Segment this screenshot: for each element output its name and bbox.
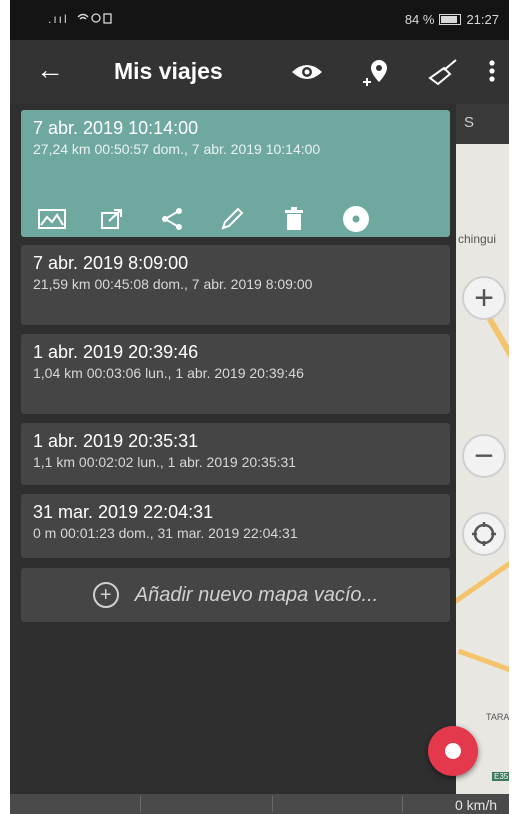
battery-percent: 84 %	[404, 12, 435, 27]
trip-details: 1,04 km 00:03:06 lun., 1 abr. 2019 20:39…	[33, 365, 304, 381]
record-dot-icon[interactable]	[339, 202, 373, 236]
map-road	[456, 548, 509, 605]
trip-date: 7 abr. 2019 10:14:00	[33, 118, 199, 138]
more-vert-icon[interactable]	[488, 58, 496, 89]
map-place-label: TARABEI	[486, 712, 509, 722]
add-map-label: Añadir nuevo mapa vacío...	[134, 583, 379, 606]
delete-trash-icon[interactable]	[277, 202, 311, 236]
trip-details: 27,24 km 00:50:57 dom., 7 abr. 2019 10:1…	[33, 141, 321, 157]
page-title: Mis viajes	[114, 58, 223, 84]
map-tab-label[interactable]: S	[464, 114, 474, 131]
record-dot-icon	[445, 743, 461, 759]
edit-pencil-icon[interactable]	[215, 202, 249, 236]
wifi-icon	[76, 12, 116, 27]
map-image-icon[interactable]	[35, 202, 69, 236]
app-toolbar: ← Mis viajes	[10, 40, 509, 104]
plus-icon: +	[474, 278, 494, 317]
divider	[140, 796, 141, 812]
zoom-out-button[interactable]: −	[462, 434, 506, 478]
status-bar: .ııl 84 % 21:27	[10, 0, 509, 40]
trip-date: 7 abr. 2019 8:09:00	[33, 253, 189, 273]
record-button[interactable]	[428, 726, 478, 776]
locate-button[interactable]	[462, 512, 506, 556]
zoom-in-button[interactable]: +	[462, 276, 506, 320]
speed-readout: 0 km/h	[454, 797, 497, 813]
add-circle-icon: +	[92, 582, 119, 608]
divider	[402, 796, 403, 812]
trip-list-drawer: 7 abr. 2019 10:14:00 27,24 km 00:50:57 d…	[10, 104, 456, 794]
crosshair-icon	[472, 522, 496, 546]
battery-icon	[439, 14, 462, 25]
map-road	[457, 648, 509, 685]
trip-item[interactable]: 7 abr. 2019 10:14:00 27,24 km 00:50:57 d…	[21, 110, 450, 237]
trip-item[interactable]: 31 mar. 2019 22:04:31 0 m 00:01:23 dom.,…	[21, 494, 450, 558]
trip-date: 31 mar. 2019 22:04:31	[33, 502, 214, 522]
trip-details: 21,59 km 00:45:08 dom., 7 abr. 2019 8:09…	[33, 276, 313, 292]
status-right: 84 % 21:27	[405, 12, 499, 27]
phone-screen: .ııl 84 % 21:27 ← Mis viajes S chingui T…	[10, 0, 509, 814]
trip-details: 1,1 km 00:02:02 lun., 1 abr. 2019 20:35:…	[33, 454, 297, 470]
trip-item[interactable]: 1 abr. 2019 20:35:31 1,1 km 00:02:02 lun…	[21, 423, 450, 485]
share-icon[interactable]	[155, 202, 189, 236]
map-road-label: E35	[492, 772, 509, 781]
trip-date: 1 abr. 2019 20:35:31	[33, 431, 199, 451]
broom-icon[interactable]	[428, 58, 458, 91]
minus-icon: −	[474, 436, 494, 475]
trip-details: 0 m 00:01:23 dom., 31 mar. 2019 22:04:31	[33, 525, 298, 541]
map-place-label: chingui	[458, 232, 497, 246]
signal-indicator: .ııl	[48, 12, 69, 26]
divider	[272, 796, 273, 812]
map-tab-bar: S	[456, 104, 509, 144]
trip-item[interactable]: 7 abr. 2019 8:09:00 21,59 km 00:45:08 do…	[21, 245, 450, 325]
export-icon[interactable]	[95, 202, 129, 236]
map-road	[483, 310, 509, 384]
arrow-left-icon[interactable]: ←	[36, 54, 64, 86]
add-location-icon[interactable]	[360, 56, 392, 93]
trip-item[interactable]: 1 abr. 2019 20:39:46 1,04 km 00:03:06 lu…	[21, 334, 450, 414]
trip-date: 1 abr. 2019 20:39:46	[33, 342, 199, 362]
trip-actions	[33, 202, 393, 236]
clock: 21:27	[466, 12, 499, 27]
eye-icon[interactable]	[290, 62, 324, 87]
add-empty-map-button[interactable]: + Añadir nuevo mapa vacío...	[21, 568, 450, 622]
bottom-status-bar: 0 km/h	[10, 794, 509, 814]
